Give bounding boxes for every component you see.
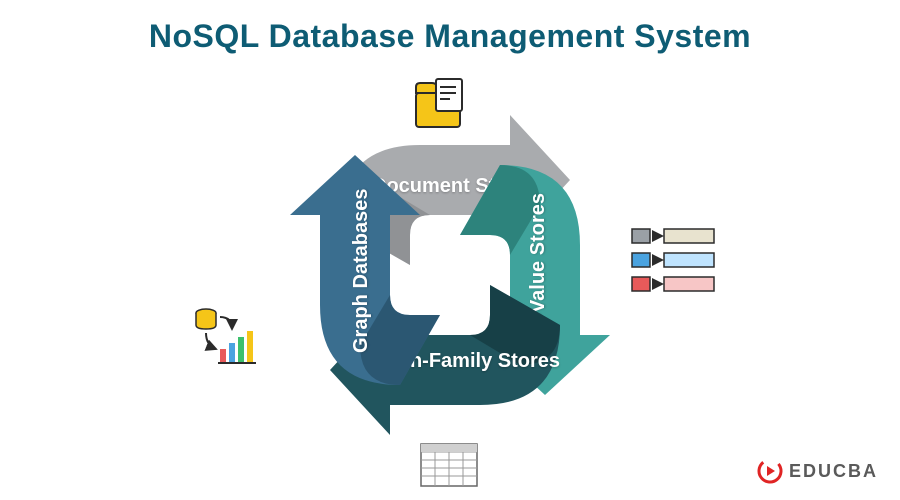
arrow-label: Graph Databases — [350, 188, 373, 353]
key-value-icon — [630, 225, 720, 297]
graph-chart-icon — [192, 305, 264, 367]
arrow-graph-databases: Graph Databases — [240, 145, 500, 405]
page-title: NoSQL Database Management System — [0, 0, 900, 55]
document-folder-icon — [410, 77, 474, 133]
logo-mark-icon — [757, 458, 783, 484]
educba-logo: EDUCBA — [757, 458, 878, 484]
logo-text: EDUCBA — [789, 461, 878, 482]
cycle-diagram: Document Stores Key-Value Stores Column-… — [270, 95, 630, 455]
table-grid-icon — [420, 443, 478, 487]
